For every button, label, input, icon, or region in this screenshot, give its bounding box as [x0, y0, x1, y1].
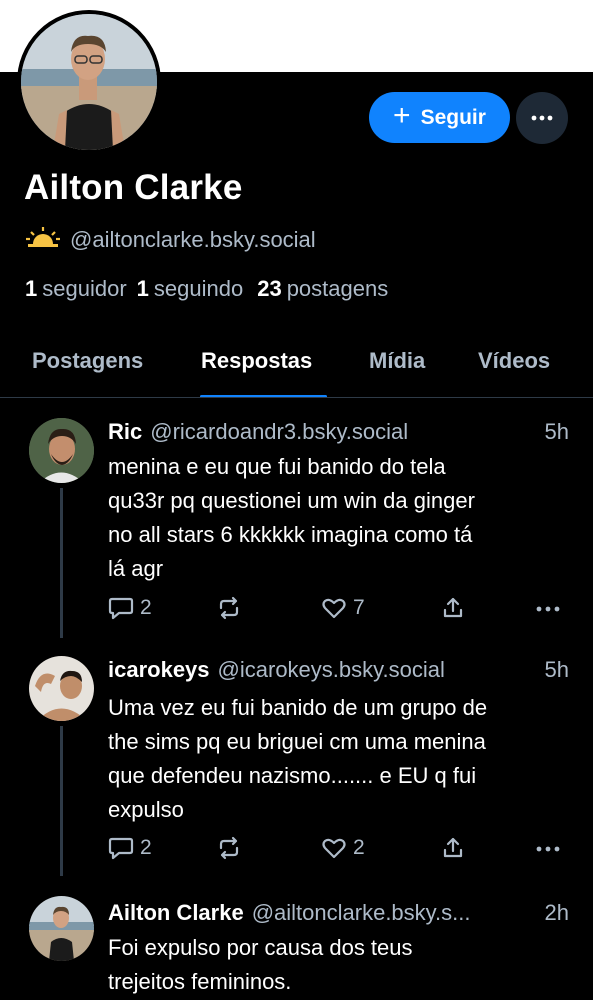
share-button[interactable] — [441, 596, 465, 620]
post-time[interactable]: 2h — [545, 900, 569, 926]
post-text-line: the sims pq eu briguei cm uma menina — [108, 729, 486, 754]
followers-stat[interactable]: 1 seguidor — [25, 276, 127, 302]
profile-stats: 1 seguidor 1 seguindo 23 postagens — [25, 276, 388, 302]
thread-line — [60, 488, 63, 638]
post-text-line: menina e eu que fui banido do tela — [108, 454, 446, 479]
post-text-line: expulso — [108, 797, 184, 822]
tab-respostas[interactable]: Respostas — [201, 348, 312, 374]
post-meta: Ailton Clarke @ailtonclarke.bsky.s... — [108, 900, 470, 926]
post-avatar[interactable] — [29, 656, 94, 721]
profile-handle: @ailtonclarke.bsky.social — [70, 227, 316, 252]
post-text-line: qu33r pq questionei um win da ginger — [108, 488, 475, 513]
share-icon — [443, 597, 463, 618]
post-text: Foi expulso por causa dos teus trejeitos… — [108, 931, 568, 999]
post-text-line: lá agr — [108, 556, 164, 581]
tabs-divider — [0, 397, 593, 398]
more-icon — [531, 115, 553, 121]
post-text-line: que defendeu nazismo....... e EU q fui — [108, 763, 477, 788]
follow-button[interactable]: + Seguir — [369, 92, 510, 143]
profile-display-name: Ailton Clarke — [24, 168, 243, 207]
more-icon — [536, 846, 560, 852]
follow-button-label: Seguir — [420, 105, 486, 129]
reply-count: 2 — [140, 836, 152, 859]
tab-midia[interactable]: Mídia — [369, 348, 425, 374]
post-text: Uma vez eu fui banido de um grupo de the… — [108, 691, 568, 827]
post-more-button[interactable] — [536, 846, 560, 852]
posts-stat: 23 postagens — [257, 276, 388, 302]
post-actions: 2 7 — [108, 596, 568, 626]
post-time[interactable]: 5h — [545, 419, 569, 445]
repost-icon — [219, 596, 239, 620]
following-stat[interactable]: 1 seguindo — [137, 276, 244, 302]
following-label: seguindo — [153, 276, 244, 301]
reply-button[interactable]: 2 — [108, 836, 152, 860]
post-text-line: trejeitos femininos. — [108, 969, 292, 994]
post-author-handle[interactable]: @ailtonclarke.bsky.s... — [252, 900, 471, 926]
posts-count: 23 — [257, 276, 282, 301]
like-button[interactable]: 2 — [321, 836, 365, 860]
post-text-line: Foi expulso por causa dos teus — [108, 935, 413, 960]
reply-button[interactable]: 2 — [108, 596, 152, 620]
tab-postagens[interactable]: Postagens — [32, 348, 143, 374]
share-button[interactable] — [441, 836, 465, 860]
more-icon — [536, 606, 560, 612]
heart-icon — [322, 838, 346, 859]
post-more-button[interactable] — [536, 606, 560, 612]
thread-line — [60, 726, 63, 876]
post-author-name[interactable]: Ailton Clarke — [108, 900, 244, 926]
repost-icon — [219, 836, 239, 860]
post-text-line: no all stars 6 kkkkkk imagina como tá — [108, 522, 473, 547]
like-count: 2 — [353, 836, 365, 859]
reply-icon — [108, 837, 134, 860]
post-meta: Ric @ricardoandr3.bsky.social — [108, 419, 408, 445]
sunrise-emoji — [26, 226, 60, 254]
like-count: 7 — [353, 596, 365, 619]
like-button[interactable]: 7 — [321, 596, 365, 620]
reply-count: 2 — [140, 596, 152, 619]
post-avatar[interactable] — [29, 896, 94, 961]
post-time[interactable]: 5h — [545, 657, 569, 683]
post-text-line: Uma vez eu fui banido de um grupo de — [108, 695, 488, 720]
reply-icon — [108, 597, 134, 620]
post-author-handle[interactable]: @icarokeys.bsky.social — [218, 657, 445, 683]
sunrise-icon — [26, 227, 60, 247]
profile-handle-row: @ailtonclarke.bsky.social — [26, 226, 316, 254]
plus-icon: + — [393, 99, 411, 132]
repost-button[interactable] — [216, 836, 242, 860]
repost-button[interactable] — [216, 596, 242, 620]
share-icon — [443, 837, 463, 858]
posts-label: postagens — [286, 276, 389, 301]
following-count: 1 — [136, 276, 149, 301]
profile-avatar[interactable] — [17, 10, 161, 154]
post-meta: icarokeys @icarokeys.bsky.social — [108, 657, 445, 683]
post-avatar[interactable] — [29, 418, 94, 483]
followers-count: 1 — [25, 276, 38, 301]
more-options-button[interactable] — [516, 92, 568, 144]
followers-label: seguidor — [42, 276, 127, 301]
post-author-name[interactable]: Ric — [108, 419, 142, 445]
profile-tabs: Postagens Respostas Mídia Vídeos — [0, 340, 593, 398]
post-text: menina e eu que fui banido do tela qu33r… — [108, 450, 568, 586]
post-author-handle[interactable]: @ricardoandr3.bsky.social — [150, 419, 408, 445]
post-actions: 2 2 — [108, 836, 568, 866]
heart-icon — [322, 598, 346, 619]
tab-videos[interactable]: Vídeos — [478, 348, 550, 374]
post-author-name[interactable]: icarokeys — [108, 657, 210, 683]
